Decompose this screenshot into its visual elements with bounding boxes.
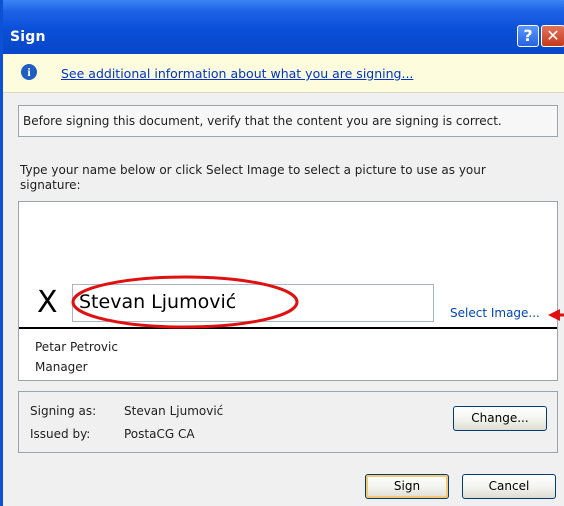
instruction-text: Type your name below or click Select Ima… — [20, 163, 550, 193]
info-icon: i — [21, 64, 37, 80]
close-icon: ✕ — [546, 26, 560, 45]
signature-line — [19, 327, 557, 329]
select-image-link[interactable]: Select Image... — [450, 306, 540, 320]
signing-as-panel: Signing as: Stevan Ljumović Issued by: P… — [18, 391, 558, 453]
issued-by-value: PostaCG CA — [124, 427, 195, 441]
instruction-label: Type your name below or click Select Ima… — [20, 163, 486, 192]
sign-dialog: Sign ? ✕ i See additional information ab… — [0, 0, 564, 506]
signature-name-input[interactable]: Stevan Ljumović — [72, 284, 434, 322]
cancel-button[interactable]: Cancel — [462, 474, 556, 499]
info-bar: i See additional information about what … — [3, 54, 564, 93]
suggested-signer-title: Manager — [35, 360, 88, 374]
suggested-signer-name: Petar Petrovic — [35, 340, 118, 354]
sign-button[interactable]: Sign — [365, 474, 449, 499]
change-button[interactable]: Change... — [453, 406, 547, 431]
signature-box: X Stevan Ljumović Select Image... Petar … — [18, 201, 558, 381]
signing-as-label: Signing as: — [30, 404, 97, 418]
change-button-label: Change... — [471, 411, 529, 425]
help-button[interactable]: ? — [517, 25, 539, 47]
sign-button-label: Sign — [393, 479, 421, 493]
title-bar: Sign ? ✕ — [3, 0, 564, 54]
close-button[interactable]: ✕ — [541, 25, 564, 47]
dialog-title: Sign — [10, 29, 46, 45]
cancel-button-label: Cancel — [488, 479, 530, 493]
signing-as-value: Stevan Ljumović — [124, 404, 224, 418]
question-icon: ? — [523, 26, 533, 45]
verify-notice: Before signing this document, verify tha… — [18, 105, 558, 137]
issued-by-label: Issued by: — [30, 427, 91, 441]
additional-info-link[interactable]: See additional information about what yo… — [61, 66, 413, 81]
signature-x-mark: X — [37, 285, 58, 320]
